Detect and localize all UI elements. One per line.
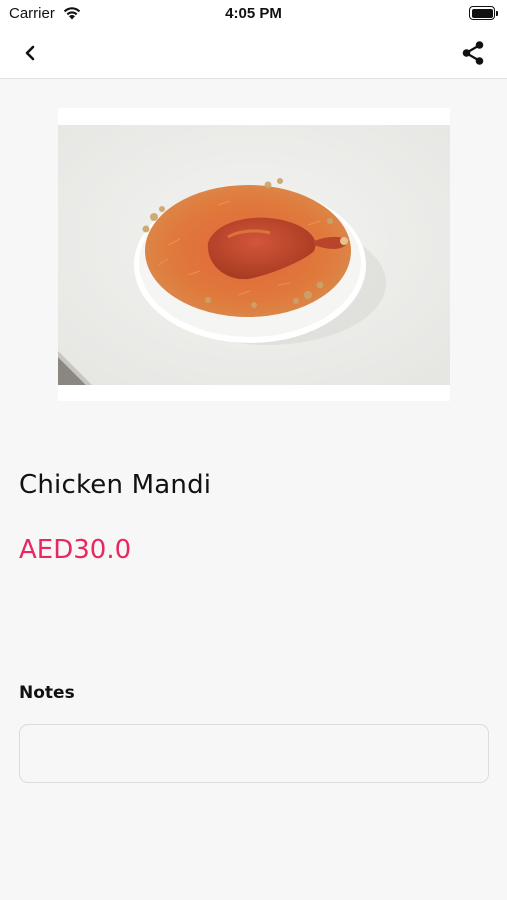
share-icon bbox=[462, 41, 484, 65]
battery-icon bbox=[469, 6, 498, 20]
back-button[interactable] bbox=[18, 40, 44, 66]
notes-label: Notes bbox=[19, 683, 75, 703]
notes-input[interactable] bbox=[19, 724, 489, 783]
navigation-bar bbox=[0, 28, 507, 79]
share-button[interactable] bbox=[459, 39, 487, 67]
item-price: AED30.0 bbox=[19, 535, 132, 565]
product-photo bbox=[58, 125, 450, 385]
product-image-card bbox=[58, 108, 450, 401]
status-bar: Carrier 4:05 PM bbox=[0, 0, 507, 28]
item-name: Chicken Mandi bbox=[19, 470, 212, 500]
status-time: 4:05 PM bbox=[225, 5, 282, 22]
chevron-left-icon bbox=[25, 45, 35, 61]
